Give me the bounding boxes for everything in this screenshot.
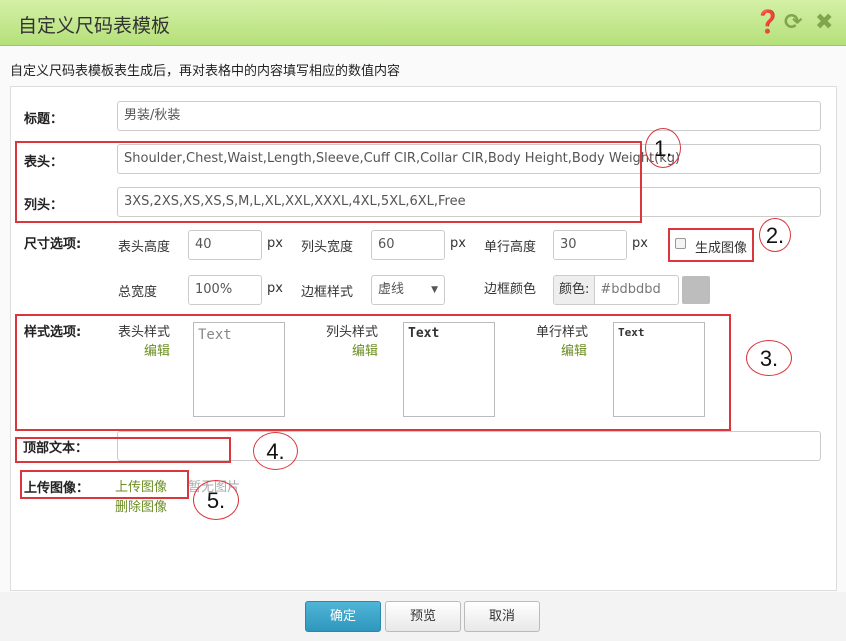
unit-label: px xyxy=(267,236,283,251)
column-width-label: 列头宽度 xyxy=(301,240,354,255)
unit-label: px xyxy=(450,236,466,251)
color-swatch[interactable] xyxy=(682,276,710,304)
ok-button[interactable]: 确定 xyxy=(305,601,381,632)
annotation-3: 3. xyxy=(746,340,792,376)
column-width-input[interactable]: 60 xyxy=(371,230,445,260)
size-options-label: 尺寸选项: xyxy=(24,237,82,252)
close-icon[interactable]: ✖ xyxy=(815,10,833,35)
annotation-box-2 xyxy=(668,228,754,262)
description: 自定义尺码表模板表生成后，再对表格中的内容填写相应的数值内容 xyxy=(10,64,401,79)
color-prefix: 颜色: xyxy=(554,276,596,304)
unit-label: px xyxy=(267,281,283,296)
refresh-icon[interactable]: ⟳ xyxy=(784,10,802,35)
preview-button[interactable]: 预览 xyxy=(385,601,461,632)
annotation-1: 1. xyxy=(645,128,681,168)
annotation-box-5 xyxy=(20,470,189,499)
row-height-input[interactable]: 30 xyxy=(553,230,627,260)
total-width-input[interactable]: 100% xyxy=(188,275,262,305)
annotation-box-3 xyxy=(15,314,731,431)
title-label: 标题： xyxy=(24,112,64,127)
border-style-label: 边框样式 xyxy=(301,285,354,300)
border-color-input[interactable]: 颜色: #bdbdbd xyxy=(553,275,679,305)
annotation-5: 5. xyxy=(193,480,239,520)
border-color-value: #bdbdbd xyxy=(600,282,661,297)
header-height-input[interactable]: 40 xyxy=(188,230,262,260)
help-icon[interactable]: ❓ xyxy=(754,10,781,35)
unit-label: px xyxy=(632,236,648,251)
border-style-select[interactable]: 虚线 ▼ xyxy=(371,275,445,305)
annotation-box-1 xyxy=(15,141,642,223)
cancel-button[interactable]: 取消 xyxy=(464,601,540,632)
border-color-label: 边框颜色 xyxy=(484,282,537,297)
row-height-label: 单行高度 xyxy=(484,240,537,255)
annotation-2: 2. xyxy=(759,218,791,252)
dropdown-arrow-icon: ▼ xyxy=(431,285,438,295)
annotation-box-4 xyxy=(15,437,231,463)
window-title: 自定义尺码表模板 xyxy=(18,15,171,37)
annotation-4: 4. xyxy=(253,432,298,470)
title-input[interactable]: 男装/秋装 xyxy=(117,101,821,131)
border-style-value: 虚线 xyxy=(378,282,405,297)
total-width-label: 总宽度 xyxy=(118,285,158,300)
header-height-label: 表头高度 xyxy=(118,240,171,255)
